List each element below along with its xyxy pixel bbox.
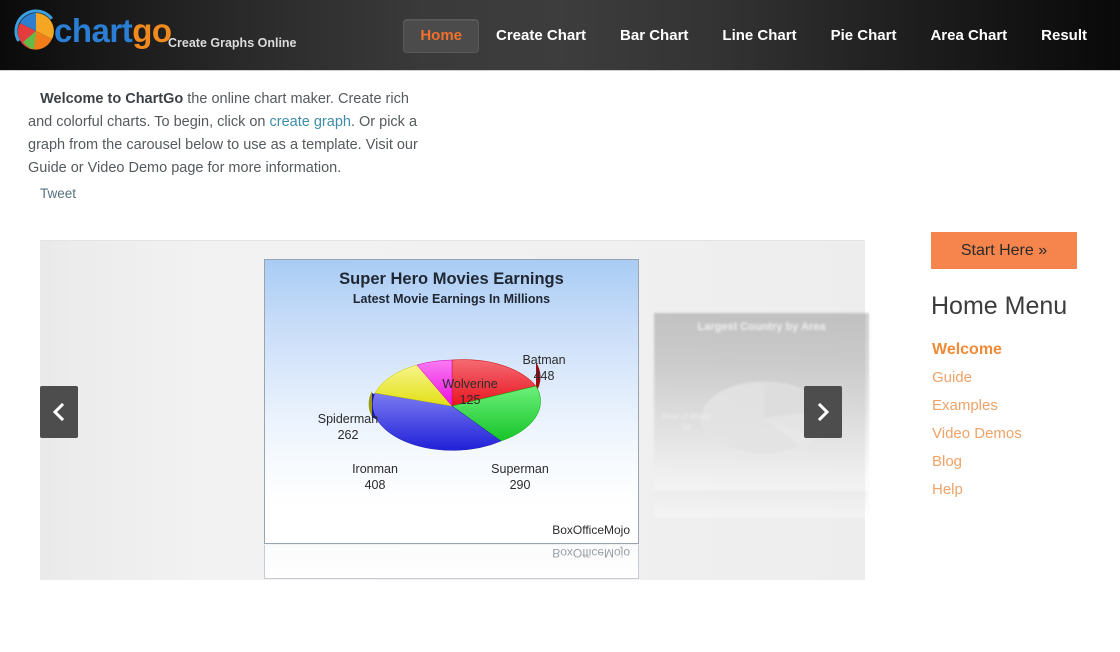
pie-label-ironman: Ironman 408 [333, 461, 417, 493]
reflection-source-text: BoxOfficeMojo [552, 546, 630, 560]
site-tagline: Create Graphs Online [168, 36, 297, 50]
pie-label-superman-name: Superman [491, 462, 549, 476]
pie-chart-panel: Super Hero Movies Earnings Latest Movie … [264, 259, 639, 544]
site-logo[interactable]: chartgo [14, 9, 172, 53]
pie-label-batman: Batman 448 [504, 352, 584, 384]
pie-label-spiderman-name: Spiderman [318, 412, 378, 426]
pie-label-ironman-value: 408 [333, 477, 417, 493]
pie-label-batman-name: Batman [522, 353, 565, 367]
pie-label-superman-value: 290 [474, 477, 566, 493]
pie-label-wolverine-value: 125 [425, 392, 515, 408]
nav-item-area-chart[interactable]: Area Chart [913, 19, 1024, 53]
carousel-slide-active[interactable]: Super Hero Movies Earnings Latest Movie … [264, 259, 639, 579]
start-here-button[interactable]: Start Here » [931, 232, 1077, 269]
sidebar-item-examples[interactable]: Examples [932, 394, 998, 417]
site-header: chartgo Create Graphs Online Home Create… [0, 0, 1120, 71]
pie-label-wolverine: Wolverine 125 [425, 376, 515, 408]
intro-paragraph: Welcome to ChartGo the online chart make… [28, 88, 420, 180]
intro-lead: Welcome to ChartGo [40, 91, 183, 107]
sidebar-item-blog[interactable]: Blog [932, 450, 962, 473]
main-navigation: Home Create Chart Bar Chart Line Chart P… [403, 19, 1104, 53]
nav-item-bar-chart[interactable]: Bar Chart [603, 19, 705, 53]
pie-label-wolverine-name: Wolverine [442, 377, 497, 391]
home-menu-title: Home Menu [931, 292, 1067, 321]
nav-item-home[interactable]: Home [403, 19, 479, 53]
sidebar-item-video-demos[interactable]: Video Demos [932, 422, 1022, 445]
pie-label-ironman-name: Ironman [352, 462, 398, 476]
logo-wordmark: chartgo [54, 9, 172, 53]
sidebar-item-guide[interactable]: Guide [932, 366, 972, 389]
tweet-link[interactable]: Tweet [40, 186, 76, 201]
pie-label-superman: Superman 290 [474, 461, 566, 493]
nav-item-pie-chart[interactable]: Pie Chart [814, 19, 914, 53]
chart-source-attribution: BoxOfficeMojo [552, 523, 630, 537]
list-item: Examples [932, 394, 1022, 417]
sidebar-item-help[interactable]: Help [932, 478, 963, 501]
list-item: Video Demos [932, 422, 1022, 445]
pie-label-batman-value: 448 [504, 368, 584, 384]
list-item: Blog [932, 450, 1022, 473]
list-item: Welcome [932, 338, 1022, 361]
nav-item-create-chart[interactable]: Create Chart [479, 19, 603, 53]
chart-mirror-reflection: BoxOfficeMojo [264, 545, 639, 579]
chart-carousel: Largest Country by Area Rest of World 58 [40, 240, 865, 580]
chevron-left-icon [52, 402, 66, 422]
sidebar-item-welcome[interactable]: Welcome [932, 338, 1002, 361]
next-chart-reflection [654, 491, 869, 517]
nav-item-line-chart[interactable]: Line Chart [705, 19, 813, 53]
next-chart-label-value: 58 [682, 423, 691, 432]
carousel-prev-button[interactable] [40, 386, 78, 438]
list-item: Help [932, 478, 1022, 501]
pie-label-spiderman-value: 262 [305, 427, 391, 443]
carousel-next-button[interactable] [804, 386, 842, 438]
list-item: Guide [932, 366, 1022, 389]
nav-item-result[interactable]: Result [1024, 19, 1104, 53]
next-chart-label-name: Rest of World [662, 412, 710, 421]
chevron-right-icon [816, 402, 830, 422]
pie-label-spiderman: Spiderman 262 [305, 411, 391, 443]
pie-chart-logo-icon [14, 9, 58, 53]
home-menu-list: Welcome Guide Examples Video Demos Blog … [932, 338, 1022, 506]
logo-text-go: go [132, 12, 171, 49]
logo-text-chart: chart [54, 12, 132, 49]
create-graph-link[interactable]: create graph [270, 114, 351, 130]
